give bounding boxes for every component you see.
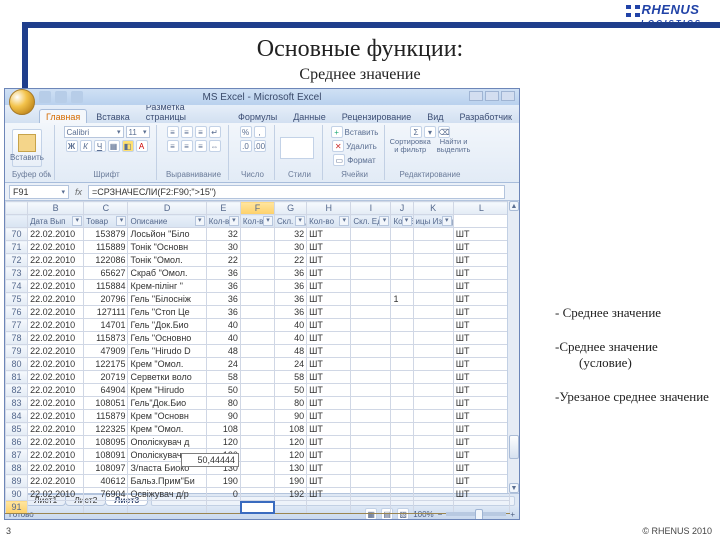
- align-mid-button[interactable]: ≡: [181, 126, 193, 138]
- ribbon-tabs: ГлавнаяВставкаРазметка страницыФормулыДа…: [5, 105, 519, 123]
- font-size-combo[interactable]: 11▾: [126, 126, 150, 138]
- close-button[interactable]: [501, 91, 515, 101]
- ribbon-tab-6[interactable]: Вид: [420, 109, 450, 123]
- slide-subtitle: Среднее значение: [0, 66, 720, 84]
- dec-dec-button[interactable]: .00: [254, 140, 266, 152]
- fill-color-button[interactable]: ◧: [122, 140, 134, 152]
- grid-area: BCDEFGHIJKLДата ВыпТоварОписаниеКол-воКо…: [5, 201, 519, 493]
- percent-button[interactable]: %: [240, 126, 252, 138]
- bullet-3: -Урезаное среднее значение: [555, 389, 710, 405]
- scroll-up-button[interactable]: ▲: [509, 201, 519, 211]
- comma-button[interactable]: ,: [254, 126, 266, 138]
- bold-button[interactable]: Ж: [66, 140, 78, 152]
- align-group-label: Выравнивание: [162, 170, 225, 179]
- scroll-down-button[interactable]: ▼: [509, 483, 519, 493]
- page-number: 3: [6, 526, 11, 536]
- align-top-button[interactable]: ≡: [167, 126, 179, 138]
- align-left-button[interactable]: ≡: [167, 140, 179, 152]
- quick-access-toolbar[interactable]: [39, 91, 83, 103]
- bullet-1: - Среднее значение: [555, 305, 710, 321]
- excel-titlebar: MS Excel - Microsoft Excel: [5, 89, 519, 105]
- result-cell: 50,44444: [181, 453, 239, 467]
- cells-group-label: Ячейки: [328, 170, 381, 179]
- paste-button[interactable]: Вставить: [12, 129, 42, 167]
- paste-icon: [18, 134, 36, 152]
- merge-button[interactable]: ⇔: [209, 140, 221, 152]
- bullet-2: -Среднее значение(условие): [555, 339, 710, 371]
- clipboard-group-label: Буфер обм…: [12, 170, 51, 179]
- ribbon-tab-7[interactable]: Разработчик: [453, 109, 519, 123]
- wrap-button[interactable]: ↵: [209, 126, 221, 138]
- align-center-button[interactable]: ≡: [181, 140, 193, 152]
- window-title: MS Excel - Microsoft Excel: [203, 92, 322, 103]
- zoom-in-button[interactable]: +: [510, 510, 515, 519]
- maximize-button[interactable]: [485, 91, 499, 101]
- slide-title: Основные функции:: [0, 36, 720, 63]
- font-name-combo[interactable]: Calibri▾: [64, 126, 124, 138]
- ribbon-tab-1[interactable]: Вставка: [89, 109, 136, 123]
- delete-cells-button[interactable]: ✕: [332, 140, 344, 152]
- scroll-thumb[interactable]: [509, 435, 519, 459]
- border-button[interactable]: ▦: [108, 140, 120, 152]
- underline-button[interactable]: Ч: [94, 140, 106, 152]
- formula-bar: F91▾ fx =СРЗНАЧЕСЛИ(F2:F90;">15"): [5, 183, 519, 201]
- ribbon: Вставить Буфер обм… Calibri▾ 11▾ Ж К Ч ▦…: [5, 123, 519, 183]
- styles-group-label: Стили: [280, 170, 319, 179]
- side-bullets: - Среднее значение -Среднее значение(усл…: [555, 305, 710, 423]
- number-group-label: Число: [234, 170, 271, 179]
- inc-dec-button[interactable]: .0: [240, 140, 252, 152]
- align-right-button[interactable]: ≡: [195, 140, 207, 152]
- font-color-button[interactable]: A: [136, 140, 148, 152]
- edit-group-label: Редактирование: [390, 170, 470, 179]
- excel-window: MS Excel - Microsoft Excel ГлавнаяВставк…: [4, 88, 520, 520]
- italic-button[interactable]: К: [80, 140, 92, 152]
- sort-filter-button[interactable]: Сортировка и фильтр: [390, 138, 431, 154]
- slide-top-bar: [22, 22, 720, 28]
- ribbon-tab-0[interactable]: Главная: [39, 109, 87, 123]
- spreadsheet-grid[interactable]: BCDEFGHIJKLДата ВыпТоварОписаниеКол-воКо…: [5, 201, 510, 514]
- formula-input[interactable]: =СРЗНАЧЕСЛИ(F2:F90;">15"): [88, 185, 505, 199]
- fx-icon[interactable]: fx: [75, 187, 82, 197]
- name-box[interactable]: F91▾: [9, 185, 69, 199]
- vertical-scrollbar[interactable]: ▲ ▼: [507, 201, 519, 493]
- minimize-button[interactable]: [469, 91, 483, 101]
- zoom-slider[interactable]: [446, 512, 506, 516]
- font-group-label: Шрифт: [60, 170, 153, 179]
- cell-styles-button[interactable]: [280, 137, 314, 159]
- footer-copyright: © RHENUS 2010: [642, 526, 712, 536]
- office-button[interactable]: [9, 89, 35, 115]
- find-select-button[interactable]: Найти и выделить: [437, 138, 471, 154]
- format-cells-button[interactable]: ▭: [333, 154, 345, 166]
- ribbon-tab-3[interactable]: Формулы: [231, 109, 284, 123]
- align-bot-button[interactable]: ≡: [195, 126, 207, 138]
- ribbon-tab-5[interactable]: Рецензирование: [335, 109, 419, 123]
- insert-cells-button[interactable]: +: [331, 126, 343, 138]
- ribbon-tab-4[interactable]: Данные: [286, 109, 333, 123]
